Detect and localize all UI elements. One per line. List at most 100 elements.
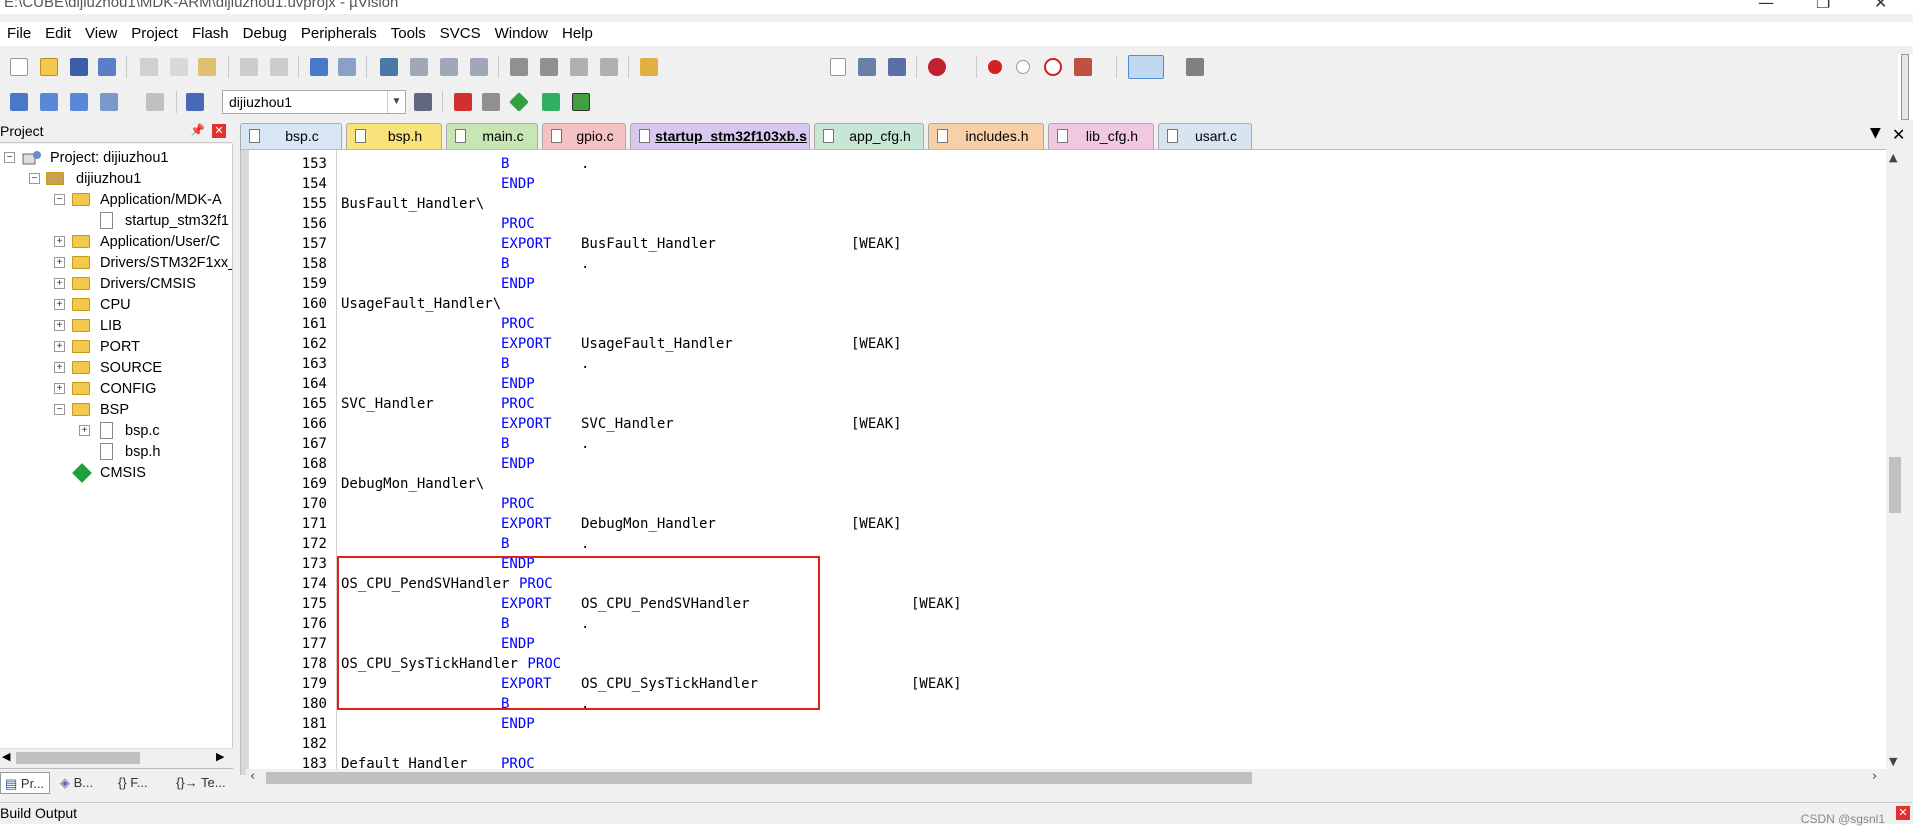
tab-lib-cfg-h[interactable]: lib_cfg.h bbox=[1048, 123, 1154, 149]
menu-project[interactable]: Project bbox=[124, 22, 185, 46]
uncomment-icon[interactable] bbox=[600, 58, 618, 76]
next-bookmark-icon[interactable] bbox=[440, 58, 458, 76]
collapse-icon[interactable]: − bbox=[29, 173, 40, 184]
disable-breakpoints-icon[interactable] bbox=[1044, 58, 1062, 76]
build-output-pane[interactable] bbox=[0, 824, 1913, 836]
tab-app-cfg-h[interactable]: app_cfg.h bbox=[814, 123, 924, 149]
collapse-icon[interactable]: − bbox=[54, 194, 65, 205]
previous-bookmark-icon[interactable] bbox=[410, 58, 428, 76]
tab-bsp-h[interactable]: bsp.h bbox=[346, 123, 442, 149]
pack-installer-icon[interactable] bbox=[542, 93, 560, 111]
close-tab-icon[interactable]: ✕ bbox=[1892, 125, 1905, 144]
editor-horizontal-scrollbar[interactable]: ‹ › bbox=[246, 769, 1886, 787]
tree-horizontal-scrollbar[interactable]: ◀ ▶ bbox=[0, 748, 233, 766]
menu-peripherals[interactable]: Peripherals bbox=[294, 22, 384, 46]
insert-breakpoint-icon[interactable] bbox=[988, 60, 1002, 74]
tree-node-group[interactable]: + Drivers/STM32F1xx_ bbox=[0, 252, 232, 274]
editor-hscroll-thumb[interactable] bbox=[266, 772, 1252, 784]
tree-node-target[interactable]: − dijiuzhou1 bbox=[0, 168, 232, 190]
menu-svcs[interactable]: SVCS bbox=[433, 22, 488, 46]
target-options-icon[interactable] bbox=[414, 93, 432, 111]
tree-node-group[interactable]: + CONFIG bbox=[0, 378, 232, 400]
menu-window[interactable]: Window bbox=[488, 22, 555, 46]
menu-tools[interactable]: Tools bbox=[384, 22, 433, 46]
expand-icon[interactable]: + bbox=[54, 278, 65, 289]
navigate-back-icon[interactable] bbox=[310, 58, 328, 76]
replace-icon[interactable] bbox=[888, 58, 906, 76]
rebuild-icon[interactable] bbox=[70, 93, 88, 111]
tab-templates[interactable]: {}→ Te... bbox=[172, 772, 232, 794]
toolbar-scrollbar[interactable] bbox=[1898, 54, 1913, 120]
redo-icon[interactable] bbox=[270, 58, 288, 76]
copy-icon[interactable] bbox=[170, 58, 188, 76]
save-icon[interactable] bbox=[70, 58, 88, 76]
chevron-down-icon[interactable]: ▼ bbox=[387, 91, 405, 113]
incremental-find-icon[interactable] bbox=[858, 58, 876, 76]
expand-icon[interactable]: + bbox=[54, 299, 65, 310]
configure-icon[interactable] bbox=[1186, 58, 1204, 76]
download-icon[interactable] bbox=[186, 93, 204, 111]
pin-icon[interactable]: 📌 bbox=[190, 123, 205, 137]
close-build-output-icon[interactable]: ✕ bbox=[1896, 806, 1910, 820]
select-packs-icon[interactable] bbox=[482, 93, 500, 111]
expand-icon[interactable]: + bbox=[54, 341, 65, 352]
cut-icon[interactable] bbox=[140, 58, 158, 76]
tab-startup-stm32f103xb-s[interactable]: startup_stm32f103xb.s bbox=[630, 123, 810, 149]
window-layout-icon[interactable] bbox=[1128, 55, 1164, 79]
minimize-icon[interactable]: — bbox=[1758, 0, 1774, 12]
tree-node-project-root[interactable]: − Project: dijiuzhou1 bbox=[0, 147, 232, 169]
comment-icon[interactable] bbox=[570, 58, 588, 76]
undo-icon[interactable] bbox=[240, 58, 258, 76]
paste-icon[interactable] bbox=[198, 58, 216, 76]
new-file-icon[interactable] bbox=[10, 58, 28, 76]
expand-icon[interactable]: + bbox=[54, 320, 65, 331]
clear-bookmarks-icon[interactable] bbox=[470, 58, 488, 76]
tab-usart-c[interactable]: usart.c bbox=[1158, 123, 1252, 149]
tree-node-group[interactable]: + Drivers/CMSIS bbox=[0, 273, 232, 295]
debug-session-icon[interactable] bbox=[928, 58, 946, 76]
save-all-icon[interactable] bbox=[98, 58, 116, 76]
tree-node-file[interactable]: startup_stm32f1 bbox=[0, 210, 232, 232]
sw-components-icon[interactable] bbox=[572, 93, 590, 111]
tree-node-group[interactable]: + SOURCE bbox=[0, 357, 232, 379]
tab-books[interactable]: ◈ B... bbox=[56, 772, 110, 794]
tab-functions[interactable]: {} F... bbox=[114, 772, 170, 794]
stop-build-icon[interactable] bbox=[146, 93, 164, 111]
tab-main-c[interactable]: main.c bbox=[446, 123, 538, 149]
tree-scroll-thumb[interactable] bbox=[16, 752, 140, 764]
tab-list-icon[interactable]: ▼ bbox=[1870, 125, 1881, 141]
tree-node-cmsis[interactable]: CMSIS bbox=[0, 462, 232, 484]
scroll-left-icon[interactable]: ◀ bbox=[2, 750, 10, 763]
unindent-icon[interactable] bbox=[540, 58, 558, 76]
menu-debug[interactable]: Debug bbox=[236, 22, 294, 46]
menu-file[interactable]: File bbox=[0, 22, 38, 46]
tree-node-group[interactable]: + LIB bbox=[0, 315, 232, 337]
close-window-icon[interactable]: ✕ bbox=[1874, 0, 1887, 12]
batch-build-icon[interactable] bbox=[100, 93, 118, 111]
scroll-right-icon[interactable]: › bbox=[1872, 769, 1877, 784]
navigate-forward-icon[interactable] bbox=[338, 58, 356, 76]
indent-icon[interactable] bbox=[510, 58, 528, 76]
find-dropdown-icon[interactable] bbox=[830, 58, 846, 76]
expand-icon[interactable]: + bbox=[54, 362, 65, 373]
menu-flash[interactable]: Flash bbox=[185, 22, 236, 46]
expand-icon[interactable]: + bbox=[54, 236, 65, 247]
editor-vertical-scrollbar[interactable]: ▲ ▼ bbox=[1886, 149, 1904, 775]
menu-edit[interactable]: Edit bbox=[38, 22, 78, 46]
breakpoint-margin[interactable] bbox=[241, 150, 249, 775]
target-select[interactable]: dijiuzhou1 ▼ bbox=[222, 90, 406, 114]
enable-breakpoint-icon[interactable] bbox=[1016, 60, 1030, 74]
expand-icon[interactable]: + bbox=[54, 383, 65, 394]
translate-icon[interactable] bbox=[10, 93, 28, 111]
open-file-icon[interactable] bbox=[40, 58, 58, 76]
scroll-down-icon[interactable]: ▼ bbox=[1889, 755, 1897, 768]
editor-vscroll-thumb[interactable] bbox=[1889, 457, 1901, 513]
menu-help[interactable]: Help bbox=[555, 22, 600, 46]
build-icon[interactable] bbox=[40, 93, 58, 111]
scroll-up-icon[interactable]: ▲ bbox=[1889, 151, 1897, 164]
expand-icon[interactable]: + bbox=[54, 257, 65, 268]
tree-node-file[interactable]: bsp.h bbox=[0, 441, 232, 463]
tree-node-group[interactable]: + Application/User/C bbox=[0, 231, 232, 253]
close-panel-icon[interactable]: ✕ bbox=[212, 124, 226, 138]
manage-project-items-icon[interactable] bbox=[454, 93, 472, 111]
